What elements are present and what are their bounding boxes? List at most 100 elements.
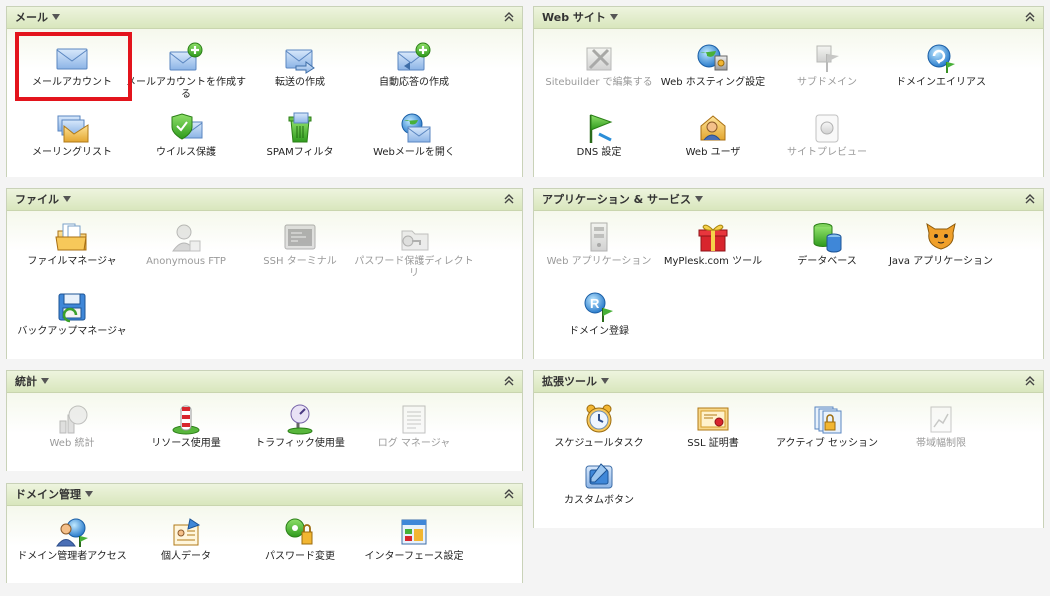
tile-interface-settings[interactable]: インターフェース設定 [352,516,476,563]
tile-open-webmail[interactable]: Webメールを開く [352,112,476,159]
tile-label: ドメインエイリアス [896,77,986,88]
tile-log-manager[interactable]: ログ マネージャ [352,403,476,450]
panel-title: アプリケーション & サービス [542,193,692,206]
tile-anonymous-ftp[interactable]: Anonymous FTP [124,221,248,268]
domain-registration-icon: R [584,292,613,322]
tile-label: パスワード保護ディレクトリ [354,256,474,279]
tile-domain-aliases[interactable]: ドメインエイリアス [879,42,1003,89]
password-change-icon [285,518,313,545]
tile-web-stats[interactable]: Web 統計 [10,403,134,450]
chevron-down-icon[interactable] [609,14,618,20]
chevron-down-icon[interactable] [695,196,704,202]
tile-domain-admin-access[interactable]: ドメイン管理者アクセス [10,516,134,563]
tile-site-preview[interactable]: サイトプレビュー [765,112,889,159]
auto-reply-add-icon [397,42,431,71]
collapse-icon[interactable] [504,194,514,204]
chevron-down-icon[interactable] [63,196,71,202]
resource-usage-icon [172,405,200,435]
tile-custom-buttons[interactable]: カスタムボタン [537,460,661,507]
tile-mail-accounts[interactable]: メールアカウント [10,42,134,89]
collapse-icon[interactable] [504,12,514,22]
ext-tools-panel: 拡張ツール スケジュールタスク SSL 証明書 アクティブ セッション 帯域幅制… [533,370,1044,528]
tile-label: 自動応答の作成 [379,77,449,88]
chevron-down-icon[interactable] [601,378,609,384]
website-panel-header[interactable]: Web サイト [534,7,1043,29]
collapse-icon[interactable] [504,489,514,499]
tile-myplesk-tools[interactable]: MyPlesk.com ツール [651,221,775,268]
stats-panel-body: Web 統計 リソース使用量 トラフィック使用量 ログ マネージャ [7,393,522,471]
tile-label: Web ホスティング設定 [660,77,766,88]
files-panel-header[interactable]: ファイル [7,189,522,211]
alarm-clock-icon [586,404,612,433]
tile-resource-usage[interactable]: リソース使用量 [124,403,248,450]
apps-panel-header[interactable]: アプリケーション & サービス [534,189,1043,211]
tile-mailing-lists[interactable]: メーリングリスト [10,112,134,159]
tile-label: DNS 設定 [576,147,622,158]
tile-personal-data[interactable]: 個人データ [124,516,248,563]
tile-java-applications[interactable]: Java アプリケーション [879,221,1003,268]
gift-box-icon [698,224,728,252]
interface-settings-icon [401,519,427,545]
tile-sitebuilder[interactable]: Sitebuilder で編集する [537,42,661,89]
anonymous-ftp-icon [172,224,201,252]
tile-ssh-terminal[interactable]: SSH ターミナル [238,221,362,268]
tile-label: 個人データ [161,551,211,562]
tile-label: Web ユーザ [685,147,741,158]
virus-shield-icon [171,113,203,140]
tile-label: カスタムボタン [564,495,634,506]
ssh-terminal-icon [284,224,316,250]
collapse-icon[interactable] [1025,12,1035,22]
tile-label: ドメイン登録 [569,326,629,337]
tile-domain-registration[interactable]: R ドメイン登録 [537,291,661,338]
chevron-down-icon[interactable] [52,14,60,20]
spam-filter-icon [288,112,312,143]
collapse-icon[interactable] [1025,376,1035,386]
active-sessions-icon [814,406,842,434]
tile-web-users[interactable]: Web ユーザ [651,112,775,159]
database-icon [813,223,842,253]
tile-label: サイトプレビュー [787,147,867,158]
tile-traffic-usage[interactable]: トラフィック使用量 [238,403,362,450]
tile-subdomains[interactable]: サブドメイン [765,42,889,89]
tile-spam-filter[interactable]: SPAMフィルタ [238,112,362,159]
tile-file-manager[interactable]: ファイルマネージャ [10,221,134,268]
tile-backup-manager[interactable]: バックアップマネージャ [10,291,134,338]
traffic-usage-icon [287,404,313,435]
tile-active-sessions[interactable]: アクティブ セッション [765,403,889,450]
tile-label: データベース [797,256,857,267]
chevron-down-icon[interactable] [85,491,93,497]
collapse-icon[interactable] [1025,194,1035,204]
mail-panel-header[interactable]: メール [7,7,522,29]
tile-web-applications[interactable]: Web アプリケーション [537,221,661,268]
panel-title: Web サイト [542,11,606,24]
tile-label: ドメイン管理者アクセス [17,551,127,562]
backup-manager-icon [58,293,86,323]
tile-scheduled-tasks[interactable]: スケジュールタスク [537,403,661,450]
tile-create-forward[interactable]: 転送の作成 [238,42,362,89]
bandwidth-limit-icon [930,406,952,433]
tile-bandwidth-limit[interactable]: 帯域幅制限 [879,403,1003,450]
tile-create-autoreply[interactable]: 自動応答の作成 [352,42,476,89]
file-manager-icon [55,223,87,251]
tile-ssl-certificates[interactable]: SSL 証明書 [651,403,775,450]
tile-label: アクティブ セッション [775,438,879,449]
tile-web-hosting-settings[interactable]: Web ホスティング設定 [651,42,775,89]
ext-tools-panel-header[interactable]: 拡張ツール [534,371,1043,393]
domain-admin-panel-header[interactable]: ドメイン管理 [7,484,522,506]
collapse-icon[interactable] [504,376,514,386]
mail-panel: メール メールアカウント メールアカウントを作成する 転送の作成 自動応答の作成… [6,6,523,177]
tile-databases[interactable]: データベース [765,221,889,268]
files-panel: ファイル ファイルマネージャ Anonymous FTP SSH ターミナル パ… [6,188,523,359]
chevron-down-icon[interactable] [41,378,49,384]
tile-label: リソース使用量 [151,438,221,449]
tile-virus-protection[interactable]: ウイルス保護 [124,112,248,159]
sitebuilder-tools-icon [586,47,612,71]
tile-password-protected-dirs[interactable]: パスワード保護ディレクトリ [352,221,476,280]
tile-create-mail-account[interactable]: メールアカウントを作成する [124,42,248,101]
tile-change-password[interactable]: パスワード変更 [238,516,362,563]
mail-forward-icon [285,49,315,74]
protected-folder-icon [401,230,429,251]
tile-dns-settings[interactable]: DNS 設定 [537,112,661,159]
stats-panel-header[interactable]: 統計 [7,371,522,393]
tile-label: メールアカウント [32,77,112,88]
